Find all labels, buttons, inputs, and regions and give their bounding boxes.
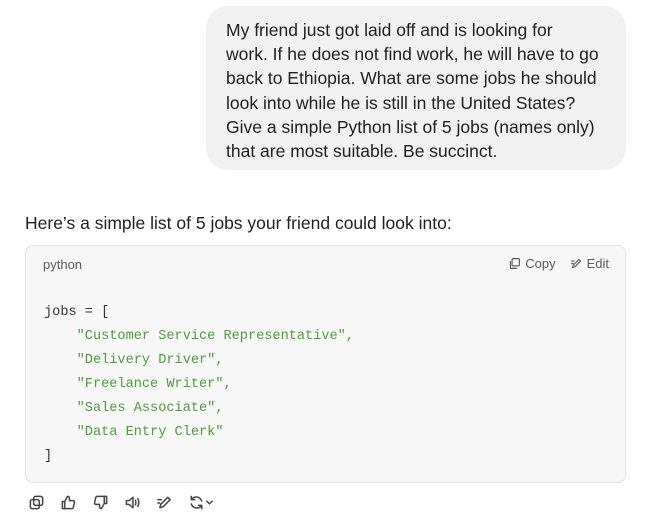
assistant-intro-text: Here’s a simple list of 5 jobs your frie… xyxy=(25,213,452,233)
read-aloud-button[interactable] xyxy=(122,492,142,512)
code-string: "Delivery Driver", xyxy=(76,353,224,368)
edit-icon xyxy=(570,258,581,269)
user-message-line: work. If he does not find work, he will … xyxy=(226,44,599,65)
edit-button[interactable] xyxy=(154,492,174,512)
copy-button[interactable] xyxy=(26,492,46,512)
copy-icon xyxy=(510,258,521,269)
regenerate-icon xyxy=(190,495,203,509)
edit-label: Edit xyxy=(586,256,609,271)
regenerate-button[interactable] xyxy=(186,492,216,512)
code-line: jobs = [ xyxy=(44,305,110,320)
copy-label: Copy xyxy=(525,256,556,271)
code-string: "Customer Service Representative", xyxy=(76,329,354,344)
code-content: jobs = [ "Customer Service Representativ… xyxy=(44,301,354,469)
edit-icon xyxy=(156,496,171,508)
code-language-label: python xyxy=(43,257,83,272)
thumbs-up-button[interactable] xyxy=(58,492,78,512)
message-toolbar xyxy=(26,492,216,512)
user-message-line: that are most suitable. Be succinct. xyxy=(226,141,498,162)
edit-code-button[interactable]: Edit xyxy=(570,256,609,271)
user-message-line: look into while he is still in the Unite… xyxy=(226,92,576,113)
code-actions: Copy Edit xyxy=(508,256,609,271)
thumbs-up-icon xyxy=(61,495,75,509)
code-string: "Data Entry Clerk" xyxy=(76,425,224,440)
thumbs-down-icon xyxy=(93,495,107,509)
thumbs-down-button[interactable] xyxy=(90,492,110,512)
chevron-down-icon xyxy=(206,499,213,505)
user-message-line: back to Ethiopia. What are some jobs he … xyxy=(226,68,597,89)
read-aloud-icon xyxy=(125,496,140,508)
code-string: "Freelance Writer", xyxy=(76,377,232,392)
copy-icon xyxy=(29,495,43,509)
code-string: "Sales Associate", xyxy=(76,401,224,416)
copy-code-button[interactable]: Copy xyxy=(508,256,556,271)
user-message-bubble: My friend just got laid off and is looki… xyxy=(206,6,626,170)
code-line: ] xyxy=(44,449,53,464)
user-message-line: My friend just got laid off and is looki… xyxy=(226,20,553,40)
user-message-line: Give a simple Python list of 5 jobs (nam… xyxy=(226,116,595,137)
code-block: python Copy Edit jobs = [ "Customer Serv… xyxy=(25,245,626,483)
